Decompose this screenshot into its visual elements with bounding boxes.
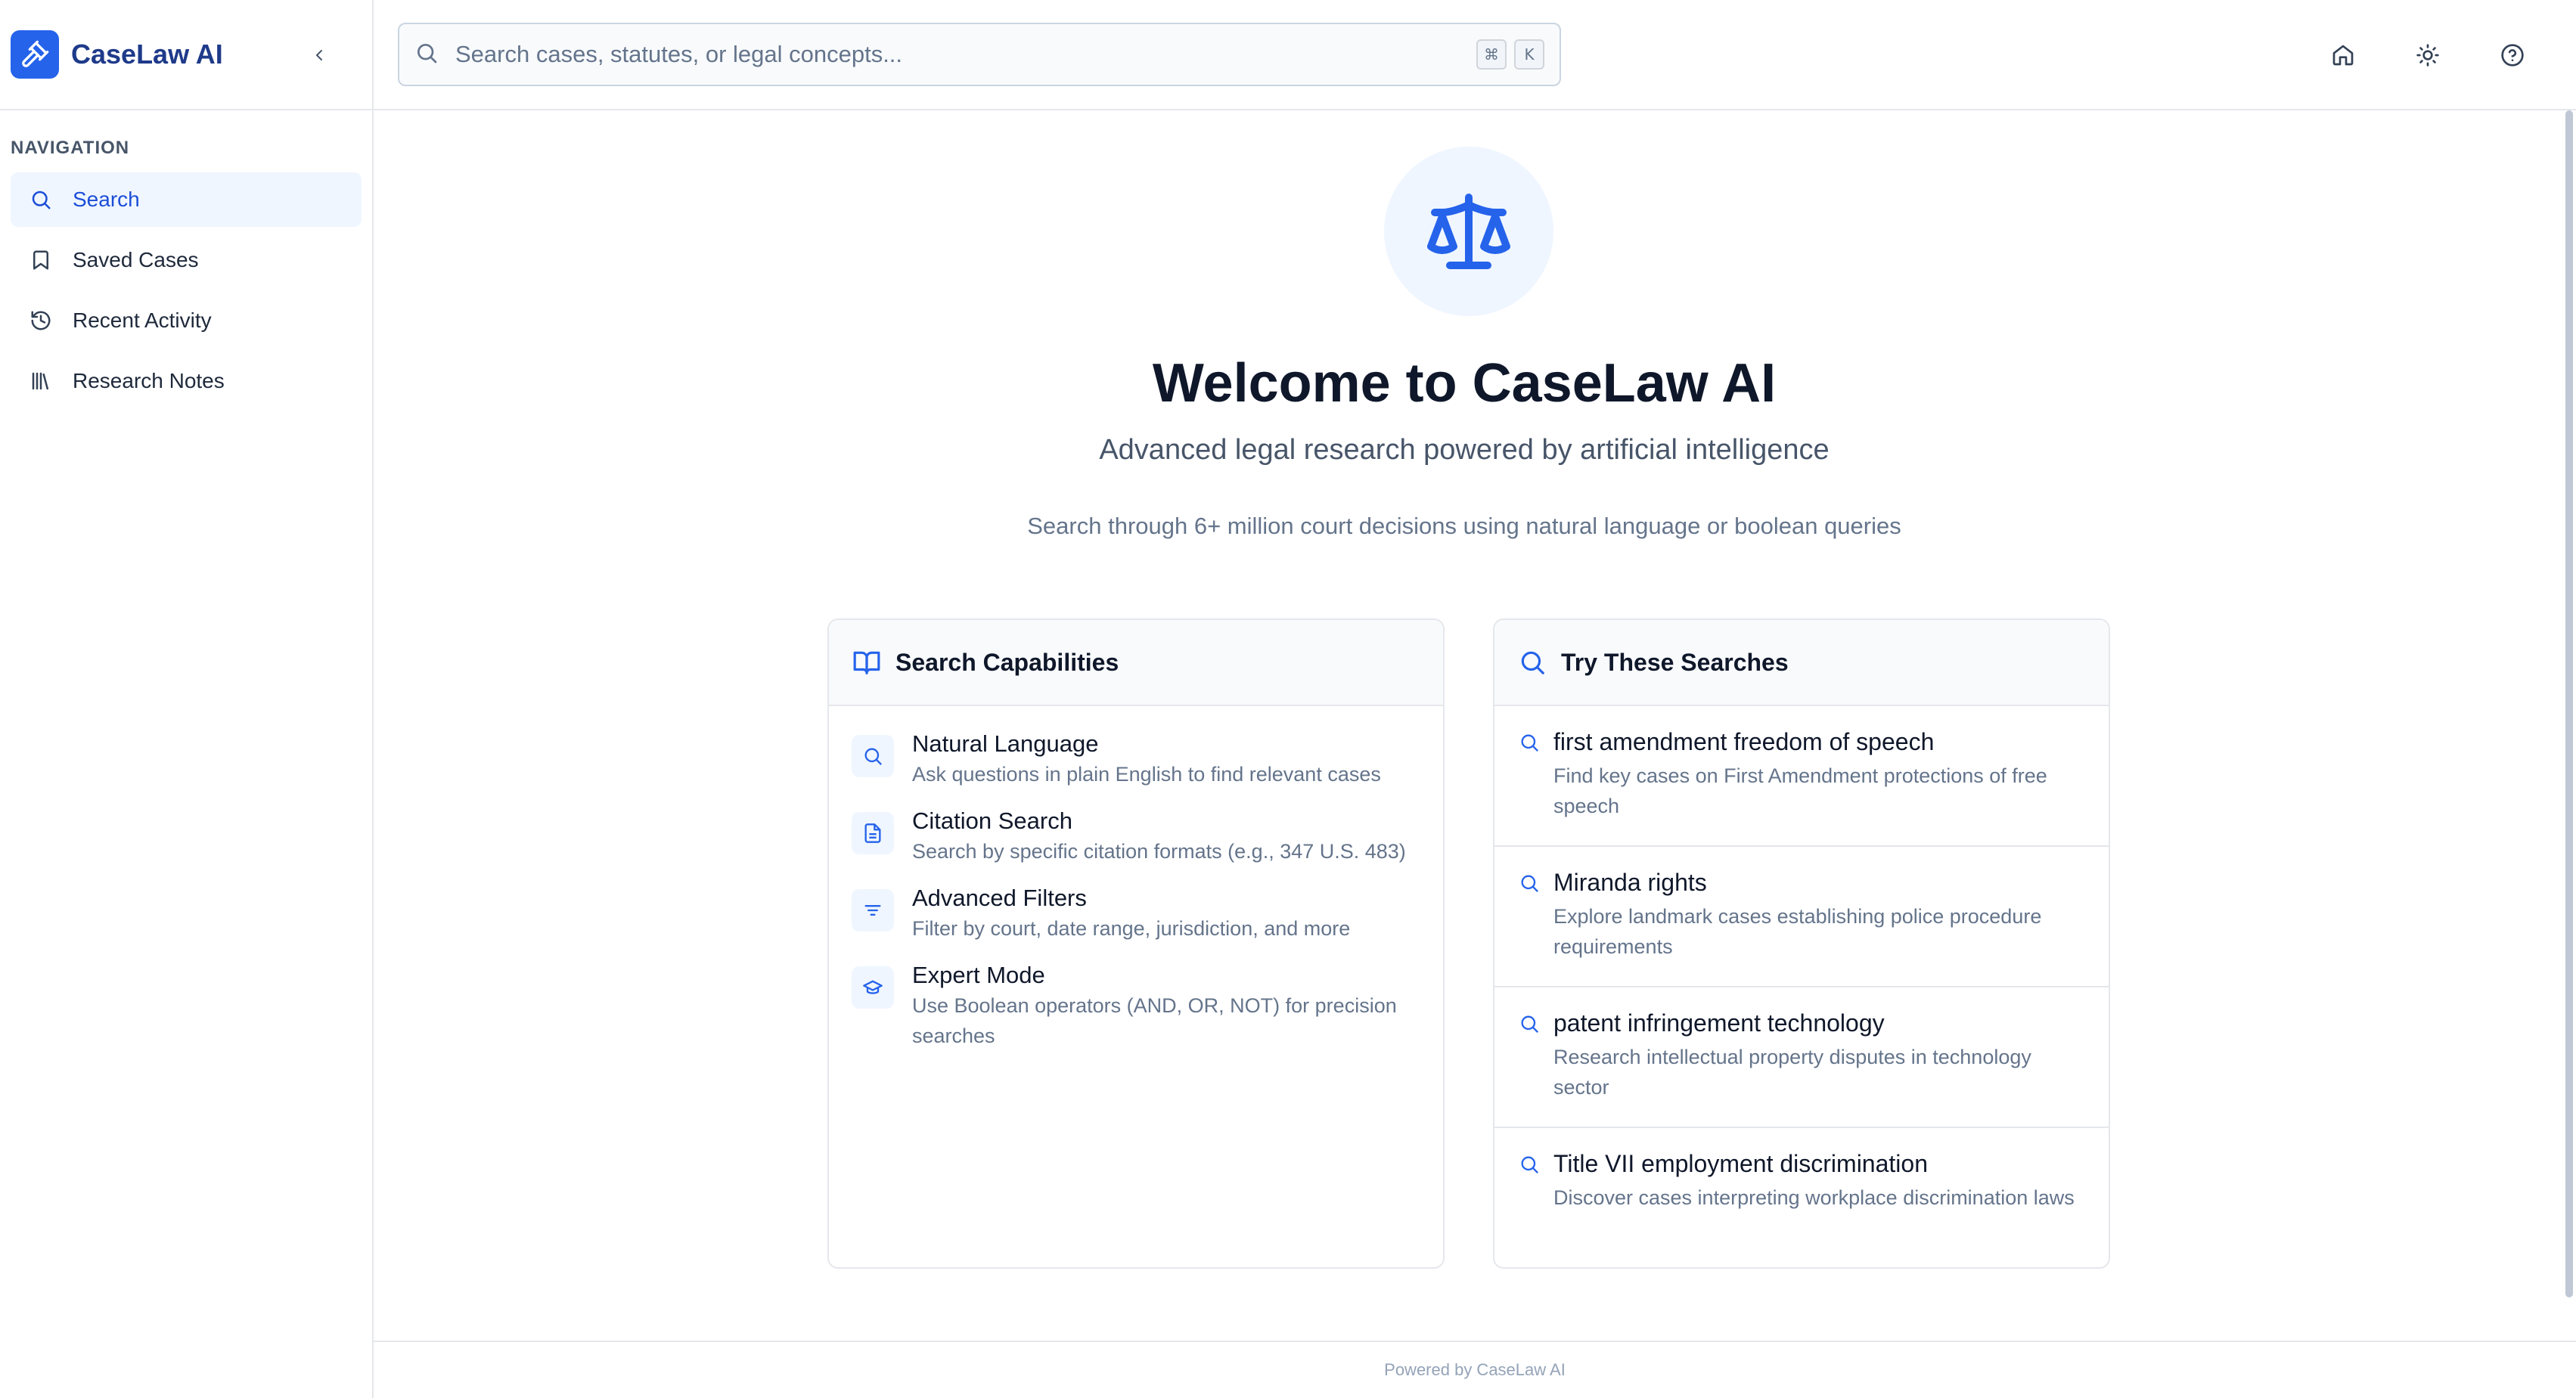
suggested-search-item[interactable]: first amendment freedom of speech Find k… [1494,706,2109,847]
help-icon [2501,44,2524,67]
page-subtitle: Advanced legal research powered by artif… [1099,434,1830,466]
suggested-search-item[interactable]: patent infringement technology Research … [1494,987,2109,1128]
capability-title: Expert Mode [912,962,1045,988]
suggested-search-title: Title VII employment discrimination [1553,1150,1928,1177]
sidebar: CaseLaw AI NAVIGATION Search Saved Cases… [0,0,374,1398]
suggested-search-item[interactable]: Title VII employment discrimination Disc… [1494,1128,2109,1267]
brand-name[interactable]: CaseLaw AI [71,39,223,70]
page-title: Welcome to CaseLaw AI [1152,353,1777,414]
home-button[interactable] [2322,34,2364,76]
main-content: Welcome to CaseLaw AI Advanced legal res… [374,110,2576,1341]
global-search[interactable]: ⌘ K [398,23,1561,86]
try-searches-card: Try These Searches first amendment freed… [1493,618,2110,1269]
shortcut-key-cmd: ⌘ [1476,39,1507,70]
card-header: Search Capabilities [829,620,1443,706]
capability-item: Advanced Filters Filter by court, date r… [852,883,1420,944]
sidebar-item-label: Research Notes [73,369,225,392]
book-open-icon [852,647,882,677]
sidebar-item-search[interactable]: Search [11,172,362,227]
sidebar-nav: Search Saved Cases Recent Activity Resea… [0,172,372,408]
nav-heading: NAVIGATION [11,138,130,158]
search-icon [1517,730,1541,755]
library-icon [29,369,53,393]
capability-title: Natural Language [912,730,1099,757]
card-title: Search Capabilities [895,648,1119,676]
suggested-search-title: first amendment freedom of speech [1553,728,1935,755]
document-icon [852,812,894,854]
collapse-sidebar-button[interactable] [304,40,334,70]
chevron-left-icon [316,50,322,60]
capabilities-card: Search Capabilities Natural Language Ask… [827,618,1445,1269]
shortcut-key-k: K [1514,39,1544,70]
capability-desc: Ask questions in plain English to find r… [912,763,1381,786]
search-icon [414,41,439,69]
hero-badge [1384,147,1553,316]
page-description: Search through 6+ million court decision… [1027,513,1901,539]
sidebar-item-saved-cases[interactable]: Saved Cases [11,233,362,287]
suggested-search-title: patent infringement technology [1553,1009,1885,1037]
search-icon [1517,1152,1541,1176]
sun-icon [2416,44,2439,67]
search-icon [1517,1012,1541,1036]
card-header: Try These Searches [1494,620,2109,706]
filter-icon [852,889,894,931]
scale-icon [1427,194,1510,269]
graduation-cap-icon [852,966,894,1009]
main-scrollbar[interactable] [2562,110,2576,1297]
suggested-search-desc: Find key cases on First Amendment protec… [1553,764,2047,817]
capability-desc: Filter by court, date range, jurisdictio… [912,917,1351,940]
gavel-logo-icon[interactable] [11,30,59,79]
help-button[interactable] [2491,34,2534,76]
topbar: ⌘ K [374,0,2576,110]
search-icon [1517,871,1541,895]
sidebar-item-research-notes[interactable]: Research Notes [11,354,362,408]
capabilities-list: Natural Language Ask questions in plain … [829,706,1443,1051]
theme-toggle-button[interactable] [2407,34,2449,76]
suggested-search-desc: Research intellectual property disputes … [1553,1046,2031,1099]
capability-item: Natural Language Ask questions in plain … [852,729,1420,789]
sidebar-item-label: Recent Activity [73,308,212,332]
suggested-search-title: Miranda rights [1553,869,1707,896]
sidebar-item-label: Saved Cases [73,248,199,271]
suggested-search-desc: Explore landmark cases establishing poli… [1553,905,2042,958]
bookmark-icon [29,248,53,272]
sidebar-item-recent-activity[interactable]: Recent Activity [11,293,362,348]
search-icon [852,735,894,777]
capability-item: Citation Search Search by specific citat… [852,806,1420,866]
footer-text: Powered by CaseLaw AI [1384,1360,1566,1379]
search-icon [1517,647,1547,677]
footer: Powered by CaseLaw AI [374,1341,2576,1398]
capability-desc: Use Boolean operators (AND, OR, NOT) for… [912,994,1397,1047]
brand: CaseLaw AI [0,0,372,110]
home-icon [2332,45,2354,66]
capability-title: Citation Search [912,807,1072,834]
topbar-actions [2322,0,2576,110]
suggested-search-desc: Discover cases interpreting workplace di… [1553,1186,2075,1209]
sidebar-item-label: Search [73,188,140,211]
capability-title: Advanced Filters [912,885,1087,911]
search-icon [29,188,53,212]
card-title: Try These Searches [1561,648,1789,676]
capability-desc: Search by specific citation formats (e.g… [912,840,1406,863]
history-icon [29,308,53,333]
capability-item: Expert Mode Use Boolean operators (AND, … [852,960,1420,1051]
search-input[interactable] [455,41,1469,68]
suggested-search-item[interactable]: Miranda rights Explore landmark cases es… [1494,847,2109,987]
scrollbar-thumb[interactable] [2565,110,2573,1297]
